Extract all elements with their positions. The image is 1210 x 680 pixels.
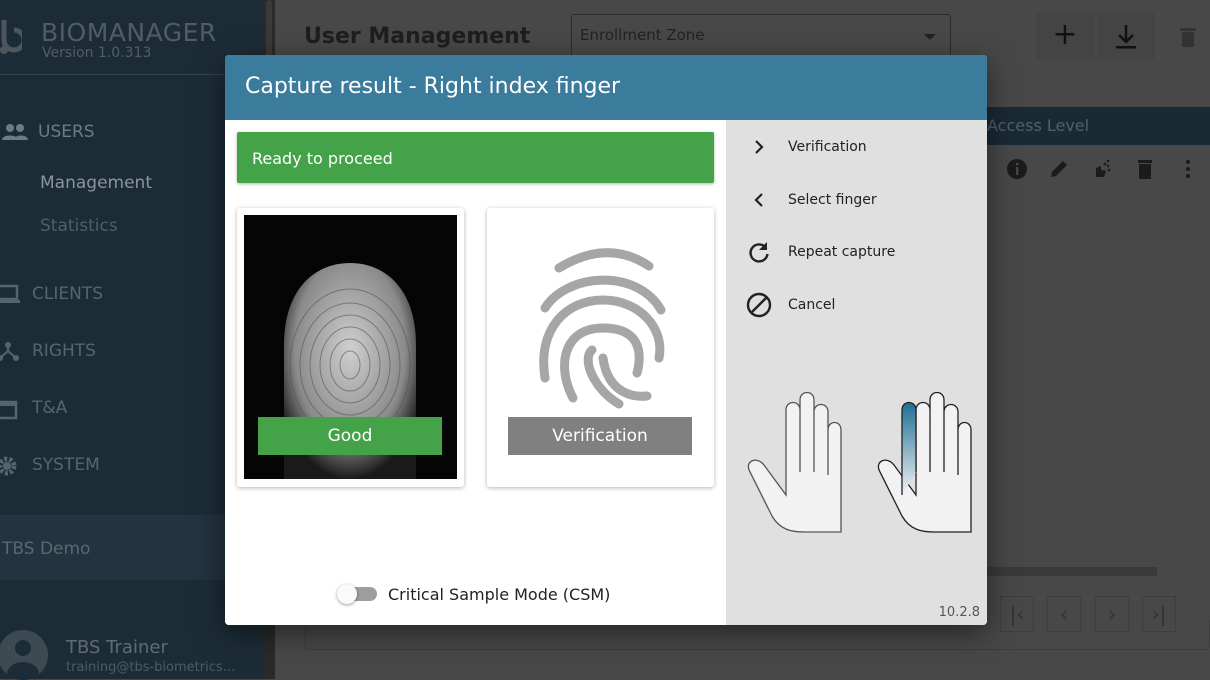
verification-badge: Verification	[508, 417, 692, 455]
app-version: Version 1.0.313	[42, 45, 152, 61]
csm-toggle[interactable]	[337, 584, 379, 604]
delete-row-icon[interactable]	[1134, 158, 1156, 180]
biomanager-logo-icon	[0, 20, 22, 54]
selected-finger-highlight	[901, 401, 917, 495]
download-icon	[1116, 25, 1136, 49]
user-email: training@tbs-biometrics...	[66, 660, 236, 675]
select-finger-action[interactable]: Select finger	[746, 187, 877, 213]
nav-users[interactable]: USERS	[2, 122, 95, 142]
prev-page-button[interactable]: ‹	[1047, 596, 1081, 632]
share-icon	[0, 341, 20, 361]
refresh-icon	[746, 239, 772, 265]
add-button[interactable]: +	[1036, 13, 1094, 59]
download-button[interactable]	[1097, 13, 1155, 59]
next-page-button[interactable]: ›	[1095, 596, 1129, 632]
nav-label: T&A	[32, 398, 68, 418]
actions-panel: Verification Select finger Repeat captur…	[726, 120, 987, 625]
verification-card: Verification	[487, 208, 714, 487]
block-icon	[746, 292, 772, 318]
status-banner: Ready to proceed	[237, 132, 714, 183]
gear-icon	[0, 455, 20, 476]
monitor-icon	[0, 284, 20, 304]
action-label: Repeat capture	[788, 244, 896, 260]
chevron-left-icon	[746, 187, 772, 213]
action-label: Select finger	[788, 192, 877, 208]
capture-card: Good	[237, 208, 464, 487]
action-label: Verification	[788, 139, 867, 155]
divider	[0, 74, 263, 75]
tenant-name[interactable]: TBS Demo	[0, 515, 263, 580]
nav-label: USERS	[38, 122, 95, 142]
csm-label: Critical Sample Mode (CSM)	[388, 585, 611, 604]
avatar[interactable]	[0, 630, 48, 680]
right-hand-icon	[877, 392, 972, 533]
brand-name: BIOMANAGER	[41, 18, 217, 47]
fingerprint-icon	[539, 248, 666, 409]
cancel-action[interactable]: Cancel	[746, 292, 835, 318]
nav-rights[interactable]: RIGHTS	[0, 341, 96, 361]
nav-label: SYSTEM	[32, 455, 100, 475]
nav-clients[interactable]: CLIENTS	[0, 284, 103, 304]
repeat-capture-action[interactable]: Repeat capture	[746, 239, 895, 265]
info-icon[interactable]	[1006, 158, 1028, 180]
nav-label: CLIENTS	[32, 284, 103, 304]
users-icon	[2, 122, 28, 142]
nav-label: RIGHTS	[32, 341, 96, 361]
nav-ta[interactable]: T&A	[0, 398, 68, 420]
capture-panel: Ready to proceed Good Verification Criti…	[225, 120, 726, 625]
caret-down-icon	[924, 34, 936, 46]
more-vert-icon[interactable]	[1177, 158, 1199, 180]
last-page-button[interactable]: ›|	[1142, 596, 1176, 632]
zone-select[interactable]: Enrollment Zone	[571, 14, 951, 56]
fingerprint-touch-icon[interactable]	[1091, 158, 1113, 180]
chevron-right-icon	[746, 134, 772, 160]
user-name: TBS Trainer	[66, 637, 168, 658]
nav-system[interactable]: SYSTEM	[0, 455, 100, 476]
quality-badge: Good	[258, 417, 442, 455]
table-header: Access Level	[987, 107, 1210, 145]
dialog-title: Capture result - Right index finger	[225, 55, 987, 120]
column-access-level: Access Level	[987, 116, 1090, 135]
capture-result-dialog: Capture result - Right index finger Read…	[225, 55, 987, 625]
edit-icon[interactable]	[1048, 158, 1070, 180]
action-label: Cancel	[788, 297, 836, 313]
first-page-button[interactable]: |‹	[1000, 596, 1034, 632]
calendar-icon	[0, 398, 20, 420]
zone-value: Enrollment Zone	[580, 26, 705, 44]
left-hand-icon	[747, 392, 842, 533]
delete-icon[interactable]	[1180, 26, 1196, 47]
verification-action[interactable]: Verification	[746, 134, 867, 160]
page-title: User Management	[304, 24, 531, 49]
nav-statistics[interactable]: Statistics	[40, 216, 118, 236]
nav-management[interactable]: Management	[40, 173, 152, 193]
component-version: 10.2.8	[938, 605, 980, 620]
sidebar: BIOMANAGER Version 1.0.313 USERS Managem…	[0, 0, 263, 680]
horizontal-scrollbar[interactable]	[987, 567, 1157, 576]
